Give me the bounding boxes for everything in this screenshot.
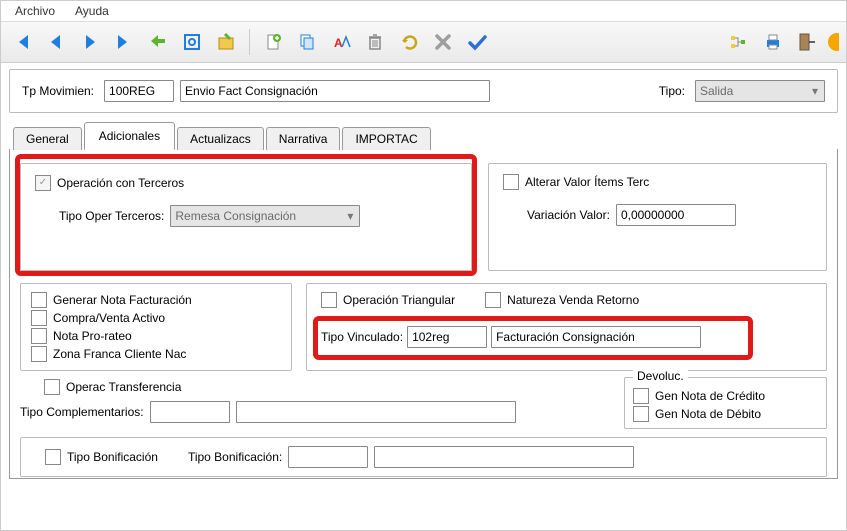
tipo-complementarios-desc-input[interactable] xyxy=(236,401,516,423)
checkbox-generar-nota-facturacion[interactable] xyxy=(31,292,47,308)
group-alterar-valor: Alterar Valor Ítems Terc Variación Valor… xyxy=(488,163,827,271)
checkbox-natureza-venda-retorno[interactable] xyxy=(485,292,501,308)
last-record-button[interactable] xyxy=(109,27,139,57)
label-compra-venta-activo: Compra/Venta Activo xyxy=(53,311,165,325)
group-devoluc: Devoluc. Gen Nota de Crédito Gen Nota de… xyxy=(624,377,827,429)
cancel-button[interactable] xyxy=(428,27,458,57)
content-area: Tp Movimien: Tipo: Salida ▾ General Adic… xyxy=(1,59,846,530)
checkbox-compra-venta-activo[interactable] xyxy=(31,310,47,326)
label-natureza-venda-retorno: Natureza Venda Retorno xyxy=(507,293,639,307)
confirm-button[interactable] xyxy=(462,27,492,57)
label-nota-prorateo: Nota Pro-rateo xyxy=(53,329,132,343)
label-gen-nota-credito: Gen Nota de Crédito xyxy=(655,389,765,403)
label-gen-nota-debito: Gen Nota de Débito xyxy=(655,407,761,421)
first-record-button[interactable] xyxy=(7,27,37,57)
checkbox-alterar-valor[interactable] xyxy=(503,174,519,190)
group-right-vinculado: Operación Triangular Natureza Venda Reto… xyxy=(306,283,827,371)
new-button[interactable] xyxy=(258,27,288,57)
variacion-valor-input[interactable] xyxy=(616,204,736,226)
tipo-bonificacion-field-label: Tipo Bonificación: xyxy=(188,450,282,464)
tipo-complementarios-code-input[interactable] xyxy=(150,401,230,423)
tipo-bonificacion-code-input[interactable] xyxy=(288,446,368,468)
tipo-label: Tipo: xyxy=(659,84,685,98)
label-alterar-valor: Alterar Valor Ítems Terc xyxy=(525,175,649,189)
checkbox-gen-nota-credito[interactable] xyxy=(633,388,649,404)
label-tipo-bonificacion: Tipo Bonificación xyxy=(67,450,158,464)
tree-button[interactable] xyxy=(724,27,754,57)
menu-bar: Archivo Ayuda xyxy=(1,1,846,22)
browse-button[interactable] xyxy=(211,27,241,57)
tipo-complementarios-label: Tipo Complementarios: xyxy=(20,405,144,419)
tp-movimien-code-input[interactable] xyxy=(104,80,174,102)
label-operacion-terceros: Operación con Terceros xyxy=(57,176,184,190)
checkbox-tipo-bonificacion[interactable] xyxy=(45,449,61,465)
tab-narrativa[interactable]: Narrativa xyxy=(266,127,341,150)
group-tipo-bonificacion: Tipo Bonificación Tipo Bonificación: xyxy=(20,437,827,477)
menu-file[interactable]: Archivo xyxy=(5,2,65,20)
checkbox-gen-nota-debito[interactable] xyxy=(633,406,649,422)
tipo-select[interactable]: Salida ▾ xyxy=(695,80,825,102)
group-operacion-terceros: Operación con Terceros Tipo Oper Tercero… xyxy=(20,163,472,271)
tipo-value: Salida xyxy=(700,84,733,98)
svg-text:A: A xyxy=(334,36,343,50)
tipo-oper-terceros-value: Remesa Consignación xyxy=(175,209,296,223)
label-generar-nota-facturacion: Generar Nota Facturación xyxy=(53,293,192,307)
tab-body-adicionales: Operación con Terceros Tipo Oper Tercero… xyxy=(9,149,838,479)
tipo-vinculado-code-input[interactable] xyxy=(407,326,487,348)
group-left-checks: Generar Nota Facturación Compra/Venta Ac… xyxy=(20,283,292,371)
undo-button[interactable] xyxy=(394,27,424,57)
tipo-vinculado-desc-input[interactable] xyxy=(491,326,701,348)
header-fieldset: Tp Movimien: Tipo: Salida ▾ xyxy=(9,69,838,113)
menu-help[interactable]: Ayuda xyxy=(65,2,119,20)
tab-importac[interactable]: IMPORTAC xyxy=(342,127,430,150)
checkbox-operac-transferencia[interactable] xyxy=(44,379,60,395)
label-operac-transferencia: Operac Transferencia xyxy=(66,380,181,394)
chevron-down-icon: ▾ xyxy=(812,84,818,98)
delete-button[interactable] xyxy=(360,27,390,57)
toolbar-separator xyxy=(249,29,250,55)
toolbar: A xyxy=(1,22,846,63)
tipo-bonificacion-desc-input[interactable] xyxy=(374,446,634,468)
print-button[interactable] xyxy=(758,27,788,57)
search-button[interactable] xyxy=(177,27,207,57)
tab-general[interactable]: General xyxy=(13,127,82,150)
help-button[interactable] xyxy=(826,27,840,57)
tipo-vinculado-label: Tipo Vinculado: xyxy=(321,330,403,344)
return-button[interactable] xyxy=(143,27,173,57)
exit-button[interactable] xyxy=(792,27,822,57)
checkbox-nota-prorateo[interactable] xyxy=(31,328,47,344)
tp-movimien-desc-input[interactable] xyxy=(180,80,490,102)
chevron-down-icon: ▾ xyxy=(347,209,353,223)
variacion-valor-label: Variación Valor: xyxy=(527,208,610,222)
tipo-oper-terceros-label: Tipo Oper Terceros: xyxy=(59,209,164,223)
tp-movimien-label: Tp Movimien: xyxy=(22,84,94,98)
checkbox-zona-franca[interactable] xyxy=(31,346,47,362)
label-operacion-triangular: Operación Triangular xyxy=(343,293,455,307)
prev-record-button[interactable] xyxy=(41,27,71,57)
label-zona-franca: Zona Franca Cliente Nac xyxy=(53,347,186,361)
next-record-button[interactable] xyxy=(75,27,105,57)
checkbox-operacion-triangular[interactable] xyxy=(321,292,337,308)
checkbox-operacion-terceros[interactable] xyxy=(35,175,51,191)
font-button[interactable]: A xyxy=(326,27,356,57)
tab-adicionales[interactable]: Adicionales xyxy=(84,122,175,150)
group-devoluc-title: Devoluc. xyxy=(633,369,688,383)
tab-actualizacs[interactable]: Actualizacs xyxy=(177,127,264,150)
app-window: Archivo Ayuda A Tp Movimien: xyxy=(0,0,847,531)
tab-strip: General Adicionales Actualizacs Narrativ… xyxy=(9,121,838,149)
copy-button[interactable] xyxy=(292,27,322,57)
tipo-oper-terceros-select[interactable]: Remesa Consignación ▾ xyxy=(170,205,360,227)
